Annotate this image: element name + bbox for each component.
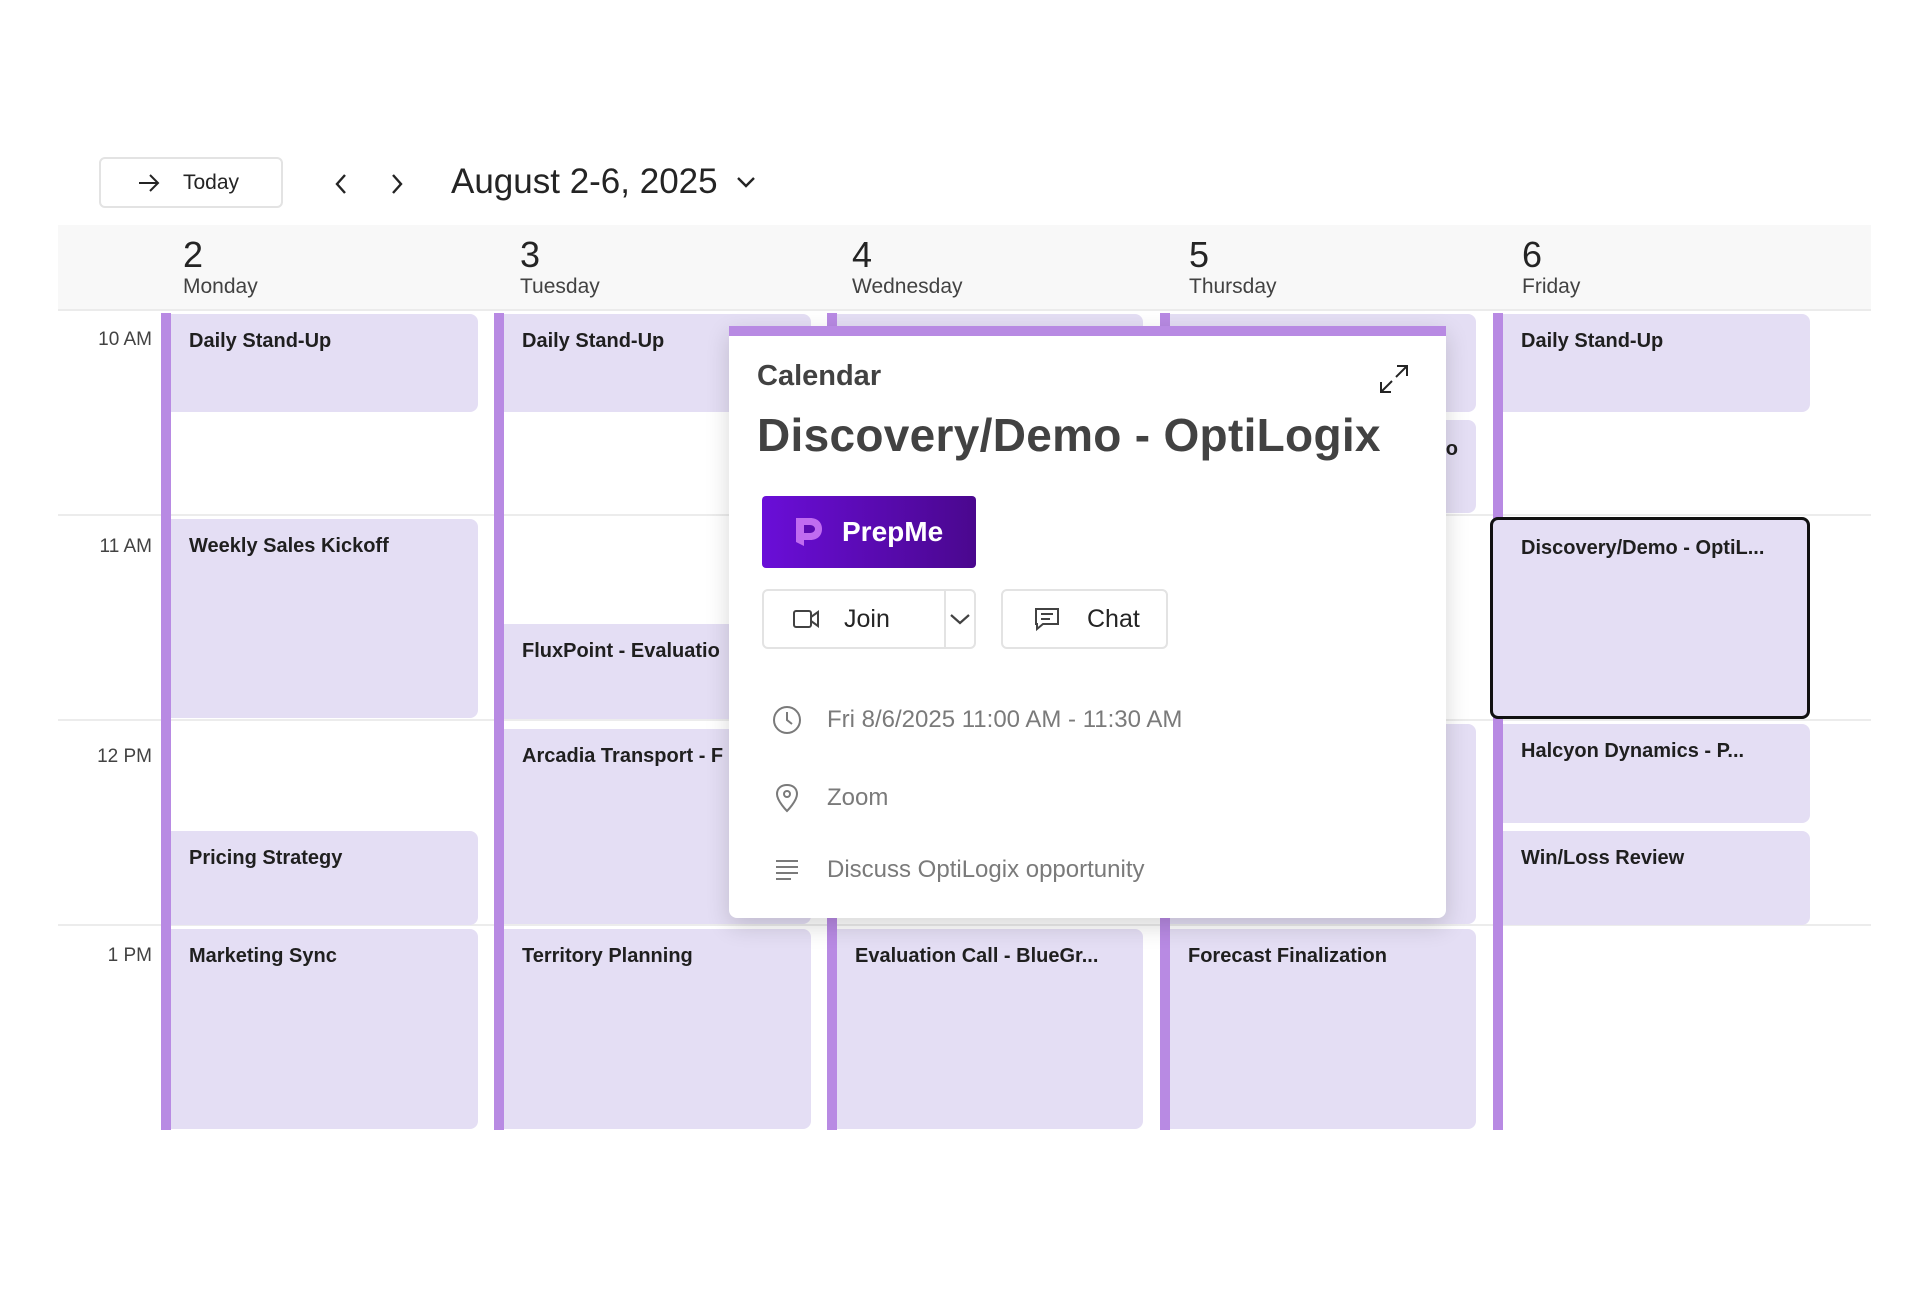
event-title: Win/Loss Review [1521, 847, 1685, 869]
day-column-accent [161, 313, 171, 1130]
day-name: Friday [1522, 275, 1581, 298]
event-card[interactable]: Weekly Sales Kickoff [171, 519, 478, 718]
event-card[interactable]: Halcyon Dynamics - P... [1503, 724, 1810, 823]
day-name: Monday [183, 275, 258, 298]
day-header-tuesday[interactable]: 3 Tuesday [520, 235, 600, 299]
day-number: 4 [852, 234, 873, 275]
event-card[interactable]: Win/Loss Review [1503, 831, 1810, 925]
date-range-picker[interactable]: August 2-6, 2025 [451, 160, 756, 204]
event-location-row: Zoom [771, 782, 888, 814]
prepme-label: PrepMe [842, 516, 944, 547]
prepme-logo-icon [796, 518, 822, 546]
video-camera-icon [793, 610, 819, 628]
day-header-thursday[interactable]: 5 Thursday [1189, 235, 1277, 299]
time-label: 12 PM [97, 746, 152, 767]
event-location: Zoom [827, 784, 889, 811]
event-card[interactable]: Evaluation Call - BlueGr... [837, 929, 1143, 1129]
event-description-row: Discuss OptiLogix opportunity [771, 854, 1144, 886]
day-header-wednesday[interactable]: 4 Wednesday [852, 235, 963, 299]
event-title: Daily Stand-Up [1521, 330, 1664, 352]
day-header-row: 2 Monday 3 Tuesday 4 Wednesday 5 Thursda… [58, 225, 1871, 311]
time-label: 11 AM [99, 536, 152, 557]
event-title: Forecast Finalization [1188, 945, 1387, 967]
event-title: Territory Planning [522, 945, 693, 967]
day-name: Tuesday [520, 275, 600, 298]
event-title: Discovery/Demo - OptiL... [1521, 537, 1765, 559]
event-time-row: Fri 8/6/2025 11:00 AM - 11:30 AM [771, 704, 1182, 736]
event-title: Evaluation Call - BlueGr... [855, 945, 1099, 967]
chat-label: Chat [1087, 604, 1140, 633]
event-details-popover: Calendar Discovery/Demo - OptiLogix Prep… [729, 326, 1446, 918]
event-card[interactable]: Daily Stand-Up [171, 314, 478, 412]
today-button[interactable]: Today [99, 157, 283, 208]
next-week-button[interactable] [382, 166, 412, 202]
chevron-left-icon [335, 174, 346, 194]
join-button-group: Join [762, 589, 976, 649]
prepme-button[interactable]: PrepMe [762, 496, 976, 568]
day-header-friday[interactable]: 6 Friday [1522, 235, 1580, 299]
today-button-label: Today [183, 170, 240, 194]
chat-button[interactable]: Chat [1001, 589, 1168, 649]
event-title: Marketing Sync [189, 945, 337, 967]
clock-icon [773, 706, 801, 734]
event-title: Daily Stand-Up [189, 330, 332, 352]
day-name: Wednesday [852, 275, 963, 298]
event-title: Halcyon Dynamics - P... [1521, 740, 1745, 762]
event-card[interactable]: Marketing Sync [171, 929, 478, 1129]
day-header-monday[interactable]: 2 Monday [183, 235, 258, 299]
day-column-accent [494, 313, 504, 1130]
location-pin-icon [775, 783, 799, 813]
day-column-accent [1493, 313, 1503, 1130]
time-label: 1 PM [107, 945, 152, 966]
event-title: Weekly Sales Kickoff [189, 535, 389, 557]
join-options-dropdown[interactable] [946, 591, 974, 647]
chevron-down-icon [950, 614, 970, 625]
date-range-label: August 2-6, 2025 [451, 162, 718, 201]
chat-icon [1035, 608, 1059, 632]
event-description: Discuss OptiLogix opportunity [827, 856, 1145, 883]
event-title: Pricing Strategy [189, 847, 343, 869]
day-number: 6 [1522, 234, 1543, 275]
event-card[interactable]: Territory Planning [504, 929, 811, 1129]
day-name: Thursday [1189, 275, 1277, 298]
event-datetime: Fri 8/6/2025 11:00 AM - 11:30 AM [827, 706, 1183, 733]
time-label: 10 AM [98, 329, 152, 350]
popover-calendar-label: Calendar [757, 360, 882, 392]
event-card[interactable]: Daily Stand-Up [1503, 314, 1810, 412]
event-card-selected[interactable]: Discovery/Demo - OptiL... [1490, 517, 1810, 719]
expand-icon[interactable] [1377, 362, 1411, 396]
day-number: 3 [520, 234, 541, 275]
previous-week-button[interactable] [326, 166, 356, 202]
arrow-right-icon [139, 173, 160, 192]
event-title-heading: Discovery/Demo - OptiLogix [757, 409, 1381, 461]
chevron-right-icon [392, 174, 403, 194]
chevron-down-icon [736, 177, 755, 188]
join-button[interactable]: Join [764, 591, 946, 647]
day-number: 5 [1189, 234, 1210, 275]
event-card[interactable]: Forecast Finalization [1170, 929, 1476, 1129]
event-card[interactable]: Pricing Strategy [171, 831, 478, 925]
text-description-icon [776, 860, 798, 880]
join-label: Join [844, 604, 890, 633]
day-number: 2 [183, 234, 204, 275]
calendar-toolbar: Today August 2-6, 2025 [0, 0, 1921, 225]
